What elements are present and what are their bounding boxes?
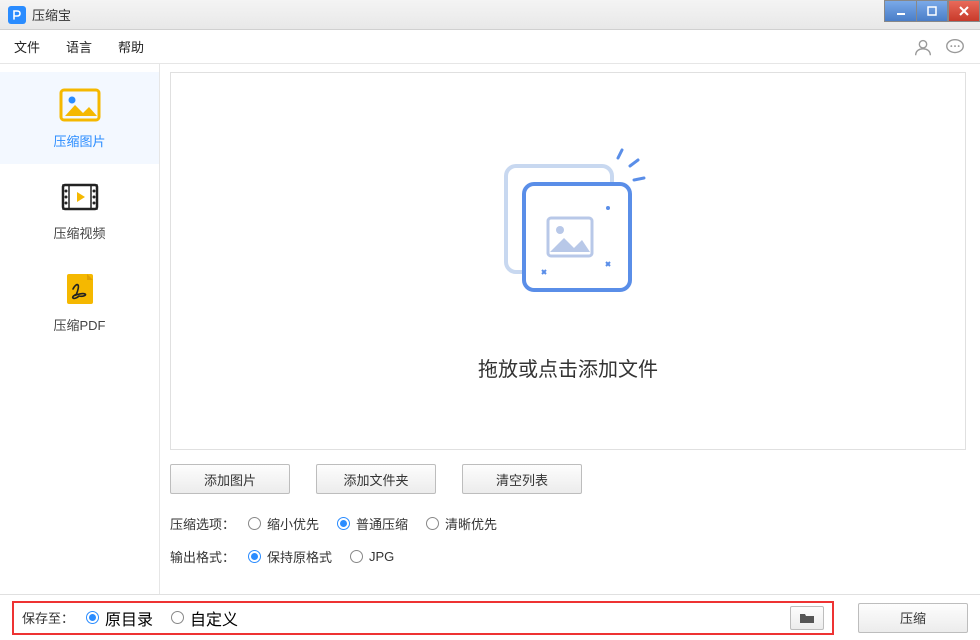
format-option-label: 输出格式： xyxy=(170,547,248,566)
video-icon xyxy=(59,179,101,215)
radio-shrink-priority[interactable]: 缩小优先 xyxy=(248,514,319,533)
sidebar: 压缩图片 压缩视频 压缩PDF xyxy=(0,64,160,594)
menu-bar: 文件 语言 帮助 xyxy=(0,30,980,64)
window-controls xyxy=(884,0,980,29)
drop-prompt: 拖放或点击添加文件 xyxy=(478,353,658,382)
format-option-row: 输出格式： 保持原格式 JPG xyxy=(170,547,980,566)
user-icon[interactable] xyxy=(912,36,934,58)
radio-normal-compress[interactable]: 普通压缩 xyxy=(337,514,408,533)
maximize-button[interactable] xyxy=(916,0,948,22)
add-image-button[interactable]: 添加图片 xyxy=(170,464,290,494)
feedback-icon[interactable] xyxy=(944,36,966,58)
pdf-icon xyxy=(59,271,101,307)
save-label: 保存至： xyxy=(22,608,74,627)
compress-button[interactable]: 压缩 xyxy=(858,603,968,633)
sidebar-item-label: 压缩图片 xyxy=(53,131,105,150)
app-title: 压缩宝 xyxy=(32,5,71,24)
compress-option-label: 压缩选项： xyxy=(170,514,248,533)
controls-panel: 添加图片 添加文件夹 清空列表 压缩选项： 缩小优先 普通压缩 清晰优先 输出格… xyxy=(160,458,980,594)
drop-illustration xyxy=(478,140,658,325)
app-icon xyxy=(8,6,26,24)
menu-help[interactable]: 帮助 xyxy=(118,37,144,56)
sidebar-item-label: 压缩PDF xyxy=(53,315,105,334)
radio-clarity-priority[interactable]: 清晰优先 xyxy=(426,514,497,533)
sidebar-item-compress-pdf[interactable]: 压缩PDF xyxy=(0,256,159,348)
sidebar-item-compress-video[interactable]: 压缩视频 xyxy=(0,164,159,256)
close-button[interactable] xyxy=(948,0,980,22)
radio-original-dir[interactable]: 原目录 xyxy=(86,606,153,630)
menu-file[interactable]: 文件 xyxy=(14,37,40,56)
browse-folder-button[interactable] xyxy=(790,606,824,630)
folder-icon xyxy=(799,611,815,625)
sidebar-item-label: 压缩视频 xyxy=(53,223,105,242)
radio-keep-format[interactable]: 保持原格式 xyxy=(248,547,332,566)
radio-custom-dir[interactable]: 自定义 xyxy=(171,606,238,630)
minimize-button[interactable] xyxy=(884,0,916,22)
sidebar-item-compress-image[interactable]: 压缩图片 xyxy=(0,72,159,164)
clear-list-button[interactable]: 清空列表 xyxy=(462,464,582,494)
image-icon xyxy=(59,87,101,123)
radio-jpg[interactable]: JPG xyxy=(350,549,394,564)
menu-language[interactable]: 语言 xyxy=(66,37,92,56)
add-folder-button[interactable]: 添加文件夹 xyxy=(316,464,436,494)
save-location-box: 保存至： 原目录 自定义 xyxy=(12,601,834,635)
compress-option-row: 压缩选项： 缩小优先 普通压缩 清晰优先 xyxy=(170,514,980,533)
drop-area[interactable]: 拖放或点击添加文件 xyxy=(170,72,966,450)
footer: 保存至： 原目录 自定义 压缩 xyxy=(0,594,980,640)
title-bar: 压缩宝 xyxy=(0,0,980,30)
